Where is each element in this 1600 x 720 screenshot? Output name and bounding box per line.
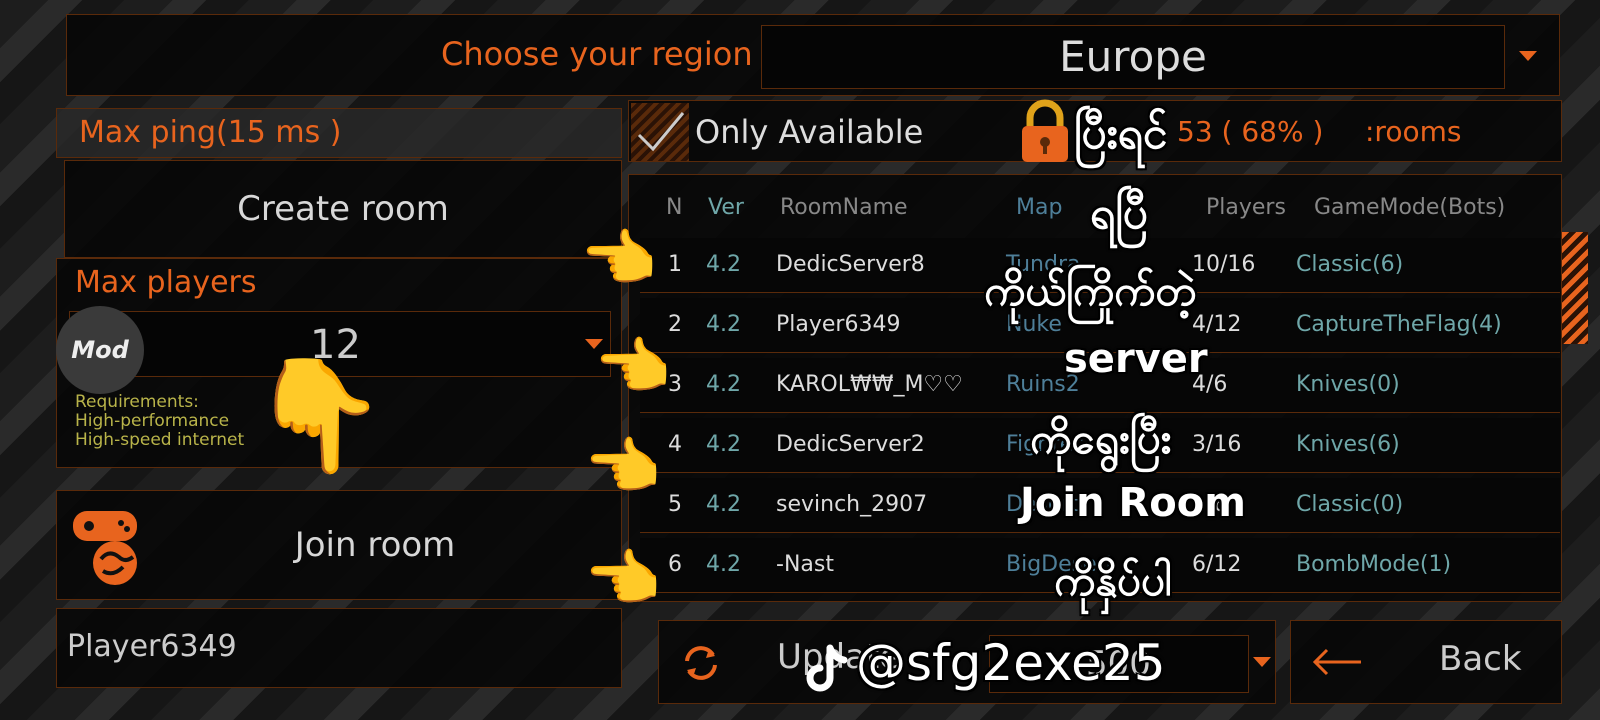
chevron-down-icon[interactable] — [1519, 51, 1537, 61]
cell-room: DedicServer8 — [776, 252, 925, 277]
pointing-hand-icon: 👈 — [594, 330, 672, 403]
pointing-hand-icon: 👈 — [580, 222, 658, 295]
lock-icon — [1022, 99, 1068, 162]
cell-n: 5 — [668, 492, 682, 517]
requirements-line2: High-speed internet — [75, 430, 245, 450]
cell-ver: 4.2 — [706, 312, 741, 337]
header-n: N — [666, 195, 683, 220]
header-players: Players — [1206, 195, 1286, 220]
create-room-label: Create room — [237, 189, 449, 229]
header-ver: Ver — [708, 195, 744, 220]
max-ping-panel: Max ping(15 ms ) — [56, 108, 622, 158]
overlay-line-5: ကိုရွေးပြီး — [1030, 414, 1172, 463]
cell-n: 6 — [668, 552, 682, 577]
requirements-title: Requirements: — [75, 392, 199, 412]
gamepad-globe-icon — [73, 511, 137, 585]
overlay-line-3: ကိုယ်ကြိုက်တဲ့ — [984, 266, 1197, 315]
cell-mode: Knives(0) — [1296, 372, 1400, 397]
cell-mode: Knives(6) — [1296, 432, 1400, 457]
join-room-button[interactable]: Join room — [56, 490, 622, 600]
cell-players: 3/16 — [1192, 432, 1242, 457]
cell-ver: 4.2 — [706, 492, 741, 517]
pointing-hand-icon: 👈 — [584, 430, 662, 503]
max-players-label: Max players — [75, 265, 257, 300]
create-room-button[interactable]: Create room — [64, 160, 622, 258]
max-ping-label: Max ping(15 ms ) — [79, 115, 342, 150]
join-room-label: Join room — [294, 525, 456, 565]
overlay-line-7: ကိုနှိပ်ပါ — [1054, 556, 1172, 605]
overlay-line-6: Join Room — [1020, 480, 1246, 526]
player-name-field[interactable]: Player6349 — [56, 608, 622, 688]
overlay-line-2: ရပြီ — [1090, 188, 1148, 239]
requirements-text: Requirements: High-performance High-spee… — [75, 393, 244, 450]
header-map: Map — [1016, 195, 1063, 220]
region-dropdown[interactable]: Europe — [761, 25, 1505, 89]
cell-ver: 4.2 — [706, 372, 741, 397]
cell-mode: Classic(6) — [1296, 252, 1404, 277]
refresh-icon[interactable] — [679, 641, 723, 685]
cell-ver: 4.2 — [706, 432, 741, 457]
cell-room: KAROL₩₩_M♡♡ — [776, 372, 963, 397]
overlay-line-1: ပြီးရင် — [1074, 108, 1168, 159]
table-scrollbar[interactable] — [1562, 232, 1588, 344]
region-label: Choose your region — [441, 35, 753, 73]
arrow-left-icon — [1312, 648, 1361, 676]
cell-room: Player6349 — [776, 312, 901, 337]
cell-n: 4 — [668, 432, 682, 457]
rooms-suffix: :rooms — [1365, 115, 1462, 148]
cell-players: 10/16 — [1192, 252, 1256, 277]
chevron-down-icon[interactable] — [1253, 657, 1271, 667]
pointing-hand-icon: 👈 — [584, 542, 662, 615]
back-label: Back — [1439, 639, 1522, 679]
only-available-label: Only Available — [695, 113, 924, 151]
back-button[interactable]: Back — [1290, 620, 1562, 704]
region-value: Europe — [1059, 32, 1207, 81]
overlay-line-4: server — [1064, 336, 1208, 382]
cell-room: -Nast — [776, 552, 834, 577]
cell-players: 6/12 — [1192, 552, 1242, 577]
check-icon — [637, 112, 685, 152]
only-available-checkbox[interactable] — [631, 103, 689, 161]
cell-room: DedicServer2 — [776, 432, 925, 457]
tiktok-logo — [806, 644, 848, 692]
cell-mode: Classic(0) — [1296, 492, 1404, 517]
rooms-count: 53 ( 68% ) — [1177, 115, 1324, 148]
cell-players: 4/12 — [1192, 312, 1242, 337]
player-name-value: Player6349 — [67, 629, 237, 664]
cell-mode: BombMode(1) — [1296, 552, 1452, 577]
header-room: RoomName — [780, 195, 908, 220]
mod-badge-label: Mod — [71, 336, 129, 364]
pointing-hand-icon: 👇 — [250, 351, 387, 479]
requirements-line1: High-performance — [75, 411, 230, 431]
mod-badge: Mod — [56, 306, 144, 394]
region-bar: Choose your region Europe — [66, 14, 1560, 96]
watermark: @sfg2exe25 — [856, 634, 1166, 692]
cell-mode: CaptureTheFlag(4) — [1296, 312, 1502, 337]
cell-ver: 4.2 — [706, 252, 741, 277]
header-mode: GameMode(Bots) — [1314, 195, 1506, 220]
cell-n: 1 — [668, 252, 682, 277]
cell-ver: 4.2 — [706, 552, 741, 577]
cell-room: sevinch_2907 — [776, 492, 928, 517]
